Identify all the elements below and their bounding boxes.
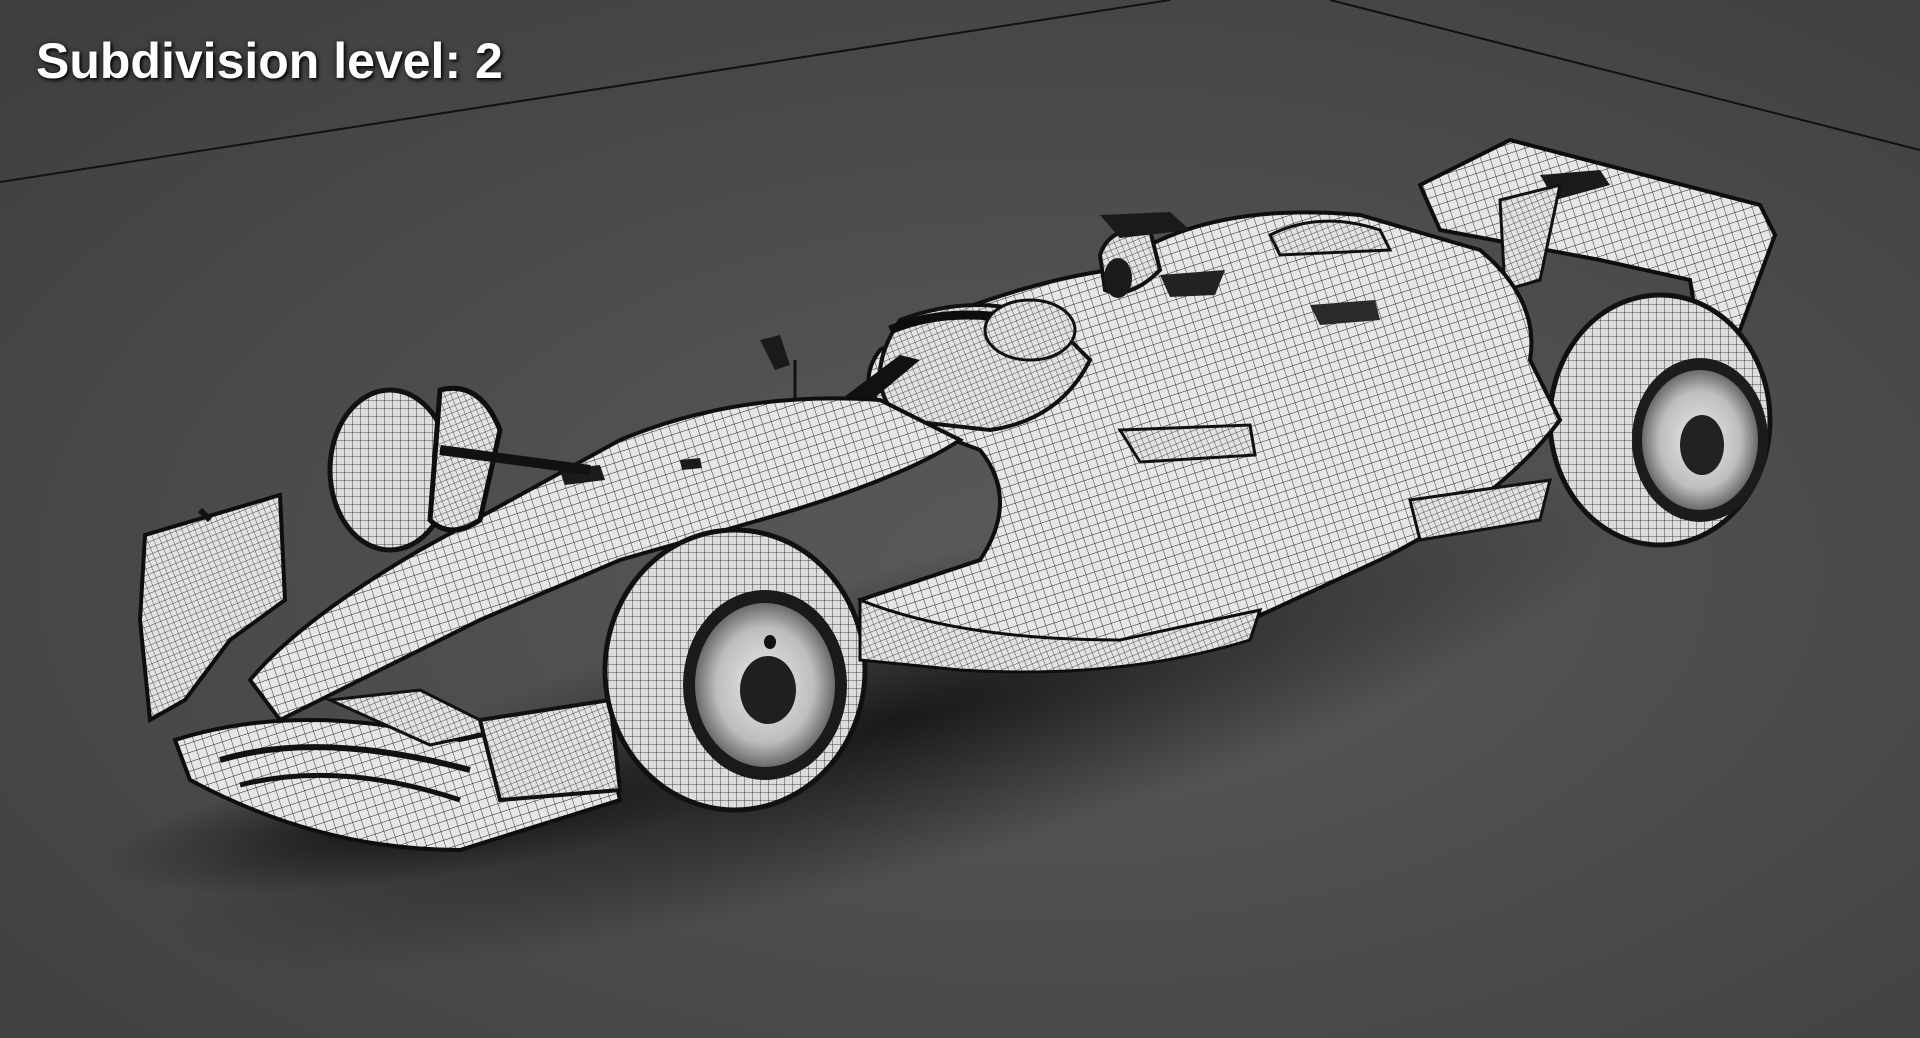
rear-right-wheel	[1547, 292, 1773, 548]
front-right-wheel	[602, 527, 868, 813]
floor-edge-line	[0, 0, 1171, 183]
floor-edge-line	[1329, 0, 1920, 151]
3d-viewport[interactable]: Subdivision level: 2	[0, 0, 1920, 1038]
wireframe-scene	[0, 0, 1920, 975]
subdivision-level-label: Subdivision level: 2	[36, 33, 503, 89]
